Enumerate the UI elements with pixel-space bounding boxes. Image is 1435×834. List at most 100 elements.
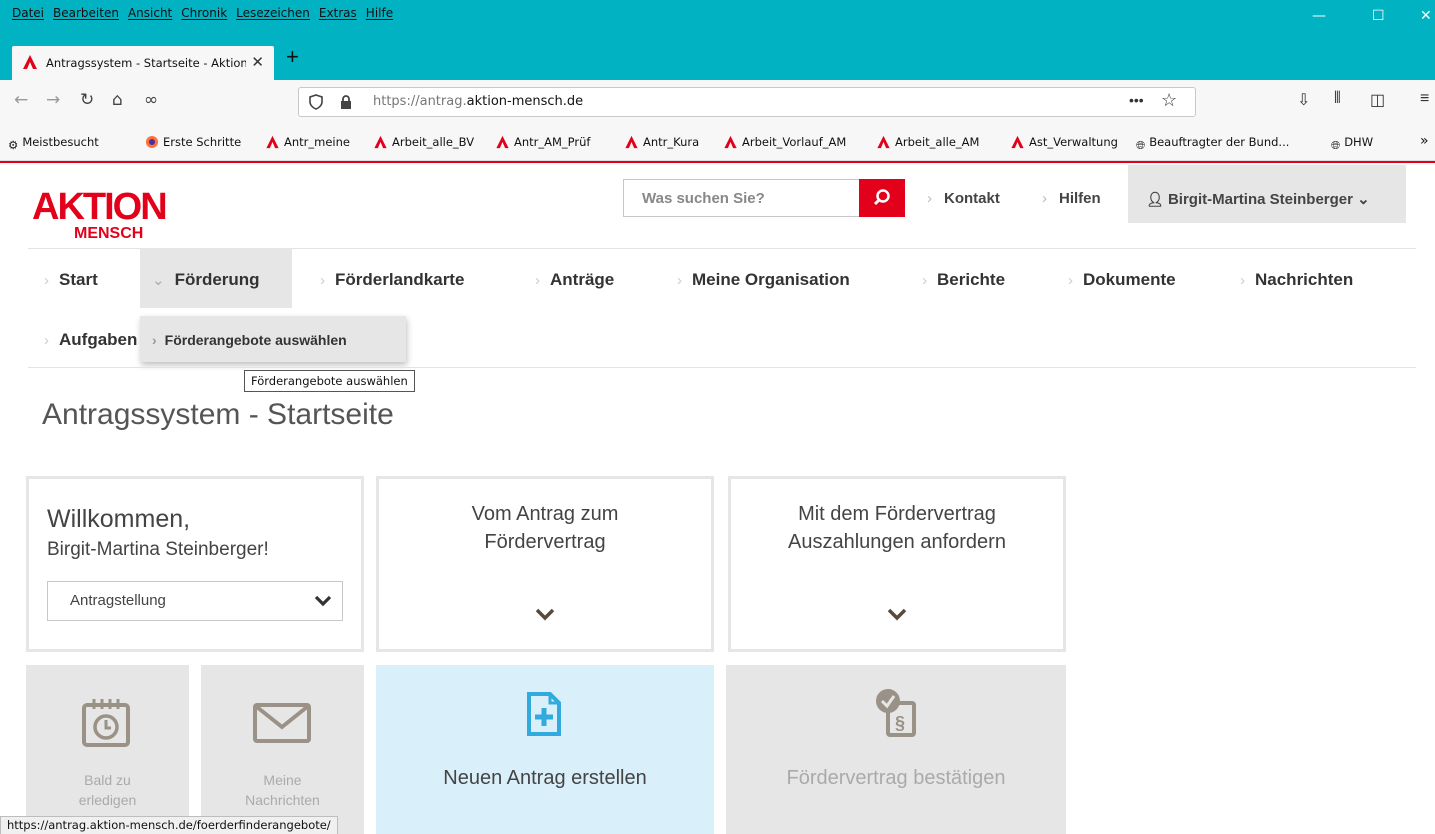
nav-label: Förderung (174, 270, 260, 289)
close-tab-icon[interactable]: ✕ (251, 53, 264, 71)
page-actions-icon[interactable]: ••• (1129, 92, 1144, 108)
bookmark-beauftragter[interactable]: 🌐︎ Beauftragter der Bund... (1136, 135, 1289, 153)
reload-icon[interactable]: ↻ (80, 90, 94, 110)
infinity-icon[interactable]: ∞ (144, 90, 158, 110)
shield-icon[interactable] (309, 94, 323, 110)
bookmark-label: Ast_Verwaltung (1029, 135, 1118, 149)
tile-label-line2: erledigen (78, 792, 137, 808)
nav-item-start[interactable]: › Start (44, 270, 98, 290)
status-bar-url: https://antrag.aktion-mensch.de/foerderf… (0, 816, 338, 834)
library-icon[interactable]: ⫴ (1334, 90, 1341, 108)
search-input[interactable]: Was suchen Sie? (642, 190, 765, 207)
url-text: https://antrag.aktion-mensch.de (373, 94, 583, 109)
chevron-right-icon: › (44, 332, 49, 349)
nav-item-nachrichten[interactable]: › Nachrichten (1240, 270, 1353, 290)
tile-label-line1: Meine (263, 772, 302, 788)
aktion-mensch-favicon-icon (496, 135, 509, 149)
chevron-down-icon[interactable] (887, 607, 907, 621)
aktion-mensch-favicon-icon (625, 135, 638, 149)
nav-item-berichte[interactable]: › Berichte (922, 270, 1005, 290)
nav-item-dokumente[interactable]: › Dokumente (1068, 270, 1176, 290)
menu-datei[interactable]: Datei (12, 6, 44, 20)
bookmark-dhw[interactable]: 🌐︎ DHW (1331, 135, 1373, 153)
nav-item-foerderlandkarte[interactable]: › Förderlandkarte (320, 270, 464, 290)
tab-title: Antragssystem - Startseite - Aktion Mens… (46, 56, 246, 70)
chevron-right-icon: › (535, 272, 540, 289)
bookmark-label: Arbeit_alle_AM (895, 135, 980, 149)
tab-bar: Antragssystem - Startseite - Aktion Mens… (0, 38, 1435, 80)
dropdown-item-foerderangebote[interactable]: › Förderangebote auswählen (152, 332, 347, 348)
user-menu-label: 👤︎ Birgit-Martina Steinberger ⌄ (1146, 190, 1370, 208)
menu-lesezeichen[interactable]: Lesezeichen (236, 6, 310, 20)
nav-label: Berichte (937, 270, 1006, 289)
home-icon[interactable]: ⌂ (112, 90, 123, 110)
chevron-down-icon[interactable] (535, 607, 555, 621)
welcome-card: Willkommen, Birgit-Martina Steinberger! … (26, 476, 364, 652)
forward-icon[interactable]: → (46, 90, 60, 110)
back-icon[interactable]: ← (14, 90, 28, 110)
bald-zu-erledigen-tile[interactable]: Bald zu erledigen (26, 665, 189, 834)
hamburger-menu-icon[interactable]: ≡ (1420, 90, 1429, 108)
nav-item-aufgaben[interactable]: › Aufgaben (44, 330, 140, 350)
chevron-right-icon: › (44, 272, 49, 289)
nav-label: Förderlandkarte (335, 270, 465, 289)
bookmark-star-icon[interactable]: ☆ (1161, 90, 1177, 111)
menu-hilfe[interactable]: Hilfe (366, 6, 393, 20)
menu-bar: Datei Bearbeiten Ansicht Chronik Lesezeichen… (0, 0, 1435, 38)
close-window-icon[interactable]: ✕ (1420, 8, 1432, 24)
site-search[interactable]: Was suchen Sie? (623, 179, 905, 217)
menu-bearbeiten[interactable]: Bearbeiten (53, 6, 119, 20)
minimize-icon[interactable]: — (1312, 8, 1326, 24)
maximize-icon[interactable]: ☐ (1372, 8, 1385, 24)
download-icon[interactable]: ⇩ (1297, 90, 1310, 110)
gear-icon: ⚙ (8, 138, 19, 152)
foerderung-dropdown: › Förderangebote auswählen (140, 316, 406, 362)
bookmark-label: Erste Schritte (163, 135, 242, 149)
hilfen-label: Hilfen (1059, 190, 1101, 207)
bookmark-arbeit-vorlauf-am[interactable]: Arbeit_Vorlauf_AM (723, 135, 846, 149)
chevron-right-icon: › (922, 272, 927, 289)
bookmarks-overflow-icon[interactable]: » (1420, 133, 1429, 149)
card-title-line1: Mit dem Fördervertrag (798, 503, 996, 525)
bookmark-erste-schritte[interactable]: Erste Schritte (145, 135, 241, 149)
lock-icon[interactable] (339, 95, 353, 110)
bookmark-antr-am-pruef[interactable]: Antr_AM_Prüf (495, 135, 590, 149)
bookmark-antr-meine[interactable]: Antr_meine (265, 135, 350, 149)
aktion-mensch-favicon-icon (266, 135, 279, 149)
tooltip: Förderangebote auswählen (244, 370, 415, 392)
firefox-icon (146, 136, 158, 148)
user-icon: 👤︎ (1146, 191, 1164, 207)
bookmark-arbeit-alle-bv[interactable]: Arbeit_alle_BV (373, 135, 474, 149)
kontakt-link[interactable]: › Kontakt (927, 190, 1000, 207)
search-button[interactable] (859, 179, 905, 217)
aktion-mensch-logo[interactable]: AKTION MENSCH (32, 183, 172, 243)
menu-ansicht[interactable]: Ansicht (128, 6, 172, 20)
foerdervertrag-bestaetigen-tile[interactable]: § Fördervertrag bestätigen (726, 665, 1066, 834)
nav-item-meine-organisation[interactable]: › Meine Organisation (677, 270, 850, 290)
new-tab-icon[interactable]: + (286, 46, 299, 68)
antrag-zum-foerdervertrag-card[interactable]: Vom Antrag zum Fördervertrag (376, 476, 714, 652)
browser-tab[interactable]: Antragssystem - Startseite - Aktion Mens… (12, 46, 274, 80)
hilfen-link[interactable]: › Hilfen (1042, 190, 1101, 207)
menu-extras[interactable]: Extras (319, 6, 357, 20)
bookmark-antr-kura[interactable]: Antr_Kura (624, 135, 699, 149)
bookmark-ast-verwaltung[interactable]: Ast_Verwaltung (1010, 135, 1118, 149)
card-title-line1: Vom Antrag zum (471, 503, 619, 525)
neuen-antrag-erstellen-tile[interactable]: Neuen Antrag erstellen (376, 665, 714, 834)
meine-nachrichten-tile[interactable]: Meine Nachrichten (201, 665, 364, 834)
bookmark-meistbesucht[interactable]: ⚙ Meistbesucht (8, 135, 99, 152)
nav-item-antraege[interactable]: › Anträge (535, 270, 614, 290)
user-menu[interactable]: 👤︎ Birgit-Martina Steinberger ⌄ (1128, 165, 1406, 223)
url-bar[interactable]: https://antrag.aktion-mensch.de ••• ☆ (298, 87, 1196, 117)
bookmark-label: DHW (1344, 135, 1374, 149)
auszahlungen-card[interactable]: Mit dem Fördervertrag Auszahlungen anfor… (728, 476, 1066, 652)
role-select[interactable]: Antragstellung (47, 581, 343, 621)
contract-check-icon: § (876, 689, 916, 737)
sidebar-icon[interactable]: ◫ (1370, 90, 1385, 110)
bookmark-arbeit-alle-am[interactable]: Arbeit_alle_AM (876, 135, 979, 149)
menu-chronik[interactable]: Chronik (181, 6, 227, 20)
nav-item-foerderung[interactable]: ⌄ Förderung (152, 270, 260, 290)
nav-label: Meine Organisation (692, 270, 850, 289)
navigation-toolbar: ← → ↻ ⌂ ∞ https://antrag.aktion-mensch.d… (0, 80, 1435, 123)
bookmarks-toolbar: ⚙ Meistbesucht Erste Schritte Antr_meine … (0, 123, 1435, 161)
